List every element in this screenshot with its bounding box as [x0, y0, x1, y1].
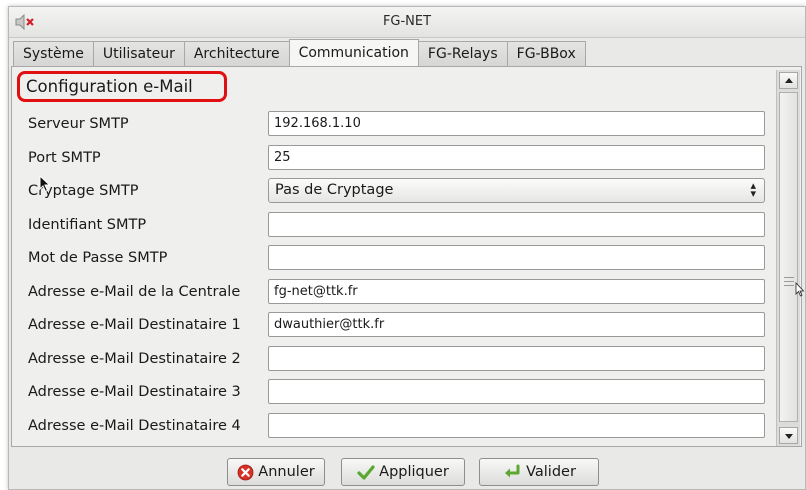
grip-line — [784, 281, 794, 282]
title-bar: FG-NET — [9, 7, 805, 38]
triangle-up-icon — [785, 78, 793, 83]
smtp-password-input[interactable] — [268, 245, 765, 270]
tab-architecture[interactable]: Architecture — [183, 41, 290, 66]
section-title: Configuration e-Mail — [17, 71, 227, 102]
tab-utilisateur[interactable]: Utilisateur — [92, 41, 185, 66]
recipient-2-input[interactable] — [268, 346, 765, 371]
recipient-4-input[interactable] — [268, 413, 765, 438]
grip-line — [784, 277, 794, 278]
tab-fg-bbox[interactable]: FG-BBox — [506, 41, 586, 66]
apply-button[interactable]: Appliquer — [341, 458, 465, 486]
check-icon — [357, 465, 375, 480]
cancel-button[interactable]: Annuler — [227, 458, 325, 486]
smtp-port-input[interactable]: 25 — [268, 145, 765, 170]
cancel-label: Annuler — [258, 464, 315, 480]
smtp-password-label: Mot de Passe SMTP — [28, 250, 168, 266]
cancel-icon — [237, 464, 254, 480]
smtp-encryption-value: Pas de Cryptage — [275, 182, 394, 198]
recipient-1-label: Adresse e-Mail Destinataire 1 — [28, 317, 241, 333]
app-window: FG-NET Système Utilisateur Architecture … — [8, 6, 806, 490]
central-email-input[interactable]: fg-net@ttk.fr — [268, 279, 765, 304]
tab-fg-relays[interactable]: FG-Relays — [417, 41, 508, 66]
smtp-encryption-select[interactable]: Pas de Cryptage ▴ ▾ — [268, 178, 765, 203]
communication-panel: Configuration e-Mail Serveur SMTP 192.16… — [11, 66, 802, 447]
scroll-down-button[interactable] — [779, 427, 798, 444]
button-bar: Annuler Appliquer Valider — [9, 452, 805, 489]
smtp-login-input[interactable] — [268, 212, 765, 237]
tab-communication[interactable]: Communication — [288, 39, 419, 66]
smtp-server-input[interactable]: 192.168.1.10 — [268, 111, 765, 136]
triangle-down-icon — [785, 434, 793, 439]
scrollbar-thumb[interactable] — [779, 92, 798, 422]
smtp-login-label: Identifiant SMTP — [28, 217, 147, 233]
recipient-3-input[interactable] — [268, 379, 765, 404]
mouse-cursor-icon — [39, 175, 51, 193]
recipient-4-label: Adresse e-Mail Destinataire 4 — [28, 418, 241, 434]
tab-systeme[interactable]: Système — [13, 41, 94, 66]
validate-button[interactable]: Valider — [479, 458, 599, 486]
recipient-2-label: Adresse e-Mail Destinataire 2 — [28, 351, 241, 367]
recipient-1-input[interactable]: dwauthier@ttk.fr — [268, 312, 765, 337]
updown-arrows-icon: ▴ ▾ — [750, 179, 756, 200]
tab-bar: Système Utilisateur Architecture Communi… — [13, 39, 586, 66]
smtp-server-label: Serveur SMTP — [28, 116, 129, 132]
window-title: FG-NET — [382, 14, 432, 29]
enter-arrow-icon — [505, 464, 520, 478]
central-email-label: Adresse e-Mail de la Centrale — [28, 284, 241, 300]
vertical-scrollbar[interactable] — [776, 70, 800, 446]
apply-label: Appliquer — [379, 464, 449, 480]
scroll-up-button[interactable] — [779, 72, 798, 89]
validate-label: Valider — [526, 464, 576, 480]
smtp-port-label: Port SMTP — [28, 150, 101, 166]
grip-line — [784, 285, 794, 286]
recipient-3-label: Adresse e-Mail Destinataire 3 — [28, 384, 241, 400]
mouse-cursor-icon — [795, 282, 805, 297]
